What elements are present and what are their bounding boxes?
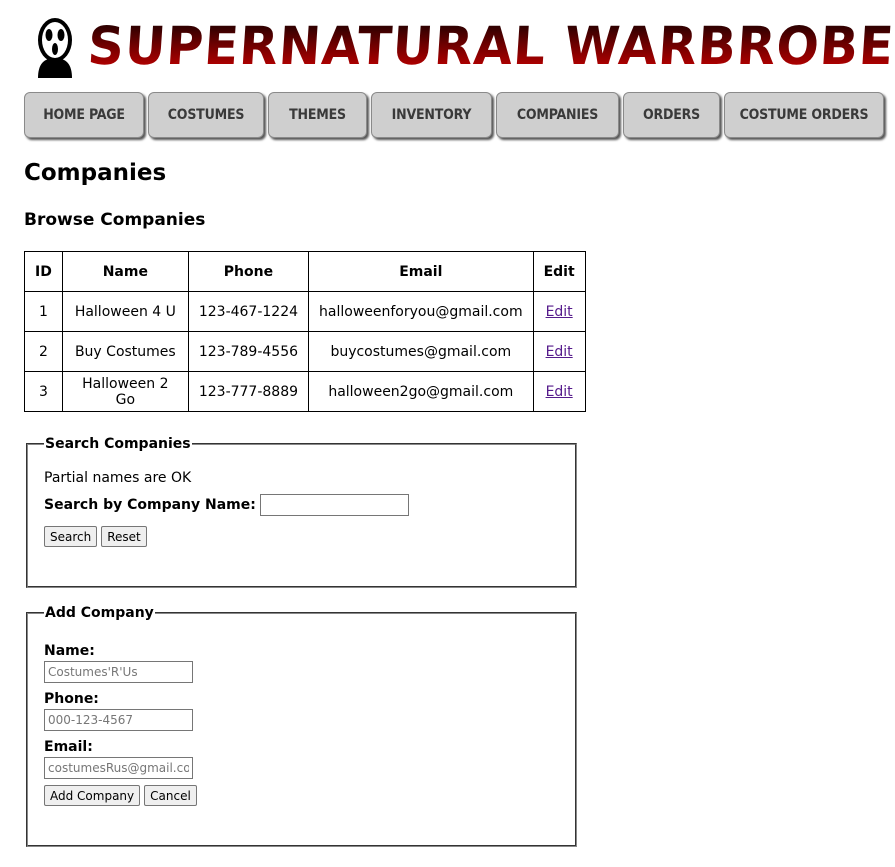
cell-name: Halloween 2 Go (61, 371, 189, 412)
cell-email: buycostumes@gmail.com (308, 331, 534, 372)
cell-phone: 123-467-1224 (187, 291, 310, 332)
header-phone: Phone (187, 251, 310, 292)
search-label: Search by Company Name: (44, 497, 256, 513)
email-label: Email: (44, 739, 93, 755)
nav-orders[interactable]: ORDERS (623, 92, 720, 138)
table-row: 2 Buy Costumes 123-789-4556 buycostumes@… (24, 331, 586, 372)
cell-name: Buy Costumes (61, 331, 189, 372)
add-legend: Add Company (45, 605, 154, 621)
cancel-button[interactable]: Cancel (144, 785, 197, 806)
cell-edit: Edit (532, 371, 586, 412)
add-company-button[interactable]: Add Company (44, 785, 141, 806)
site-header: SUPERNATURAL WARBROBE (30, 14, 895, 78)
nav-themes[interactable]: THEMES (268, 92, 367, 138)
cell-name: Halloween 4 U (61, 291, 189, 332)
search-companies-fieldset: Search Companies Partial names are OK Se… (26, 436, 577, 588)
cell-id: 3 (24, 371, 63, 412)
phone-input[interactable] (44, 709, 193, 731)
ghostface-mask-icon (38, 18, 72, 78)
nav-costumes[interactable]: COSTUMES (148, 92, 264, 138)
phone-label: Phone: (44, 691, 99, 707)
edit-link[interactable]: Edit (546, 384, 573, 400)
nav-companies[interactable]: COMPANIES (496, 92, 619, 138)
cell-id: 2 (24, 331, 63, 372)
header-id: ID (24, 251, 63, 292)
table-header-row: ID Name Phone Email Edit (24, 251, 586, 292)
cell-email: halloween2go@gmail.com (308, 371, 534, 412)
edit-link[interactable]: Edit (546, 344, 573, 360)
edit-link[interactable]: Edit (546, 304, 573, 320)
cell-phone: 123-789-4556 (187, 331, 310, 372)
header-edit: Edit (532, 251, 586, 292)
companies-table: ID Name Phone Email Edit 1 Halloween 4 U… (24, 251, 586, 412)
email-input[interactable] (44, 757, 193, 779)
table-row: 3 Halloween 2 Go 123-777-8889 halloween2… (24, 371, 586, 412)
main-nav: HOME PAGE COSTUMES THEMES INVENTORY COMP… (24, 92, 884, 138)
cell-phone: 123-777-8889 (187, 371, 310, 412)
name-input[interactable] (44, 661, 193, 683)
browse-section-title: Browse Companies (24, 210, 206, 230)
search-input[interactable] (259, 494, 409, 516)
table-row: 1 Halloween 4 U 123-467-1224 halloweenfo… (24, 291, 586, 332)
search-buttons: Search Reset (44, 526, 559, 547)
add-buttons: Add Company Cancel (44, 785, 559, 806)
nav-costume-orders[interactable]: COSTUME ORDERS (724, 92, 884, 138)
search-row: Search by Company Name: (44, 494, 559, 516)
search-button[interactable]: Search (44, 526, 98, 547)
add-company-fieldset: Add Company Name: Phone: Email: Add Comp… (26, 605, 577, 847)
nav-home-page[interactable]: HOME PAGE (24, 92, 144, 138)
header-name: Name (61, 251, 189, 292)
cell-edit: Edit (532, 331, 586, 372)
cell-email: halloweenforyou@gmail.com (308, 291, 534, 332)
search-legend: Search Companies (45, 436, 191, 452)
nav-inventory[interactable]: INVENTORY (371, 92, 492, 138)
name-label: Name: (44, 643, 95, 659)
cell-edit: Edit (532, 291, 586, 332)
search-hint: Partial names are OK (44, 470, 192, 486)
site-title: SUPERNATURAL WARBROBE (85, 15, 895, 77)
header-email: Email (308, 251, 534, 292)
cell-id: 1 (24, 291, 63, 332)
reset-button[interactable]: Reset (101, 526, 147, 547)
page-title: Companies (24, 160, 167, 186)
